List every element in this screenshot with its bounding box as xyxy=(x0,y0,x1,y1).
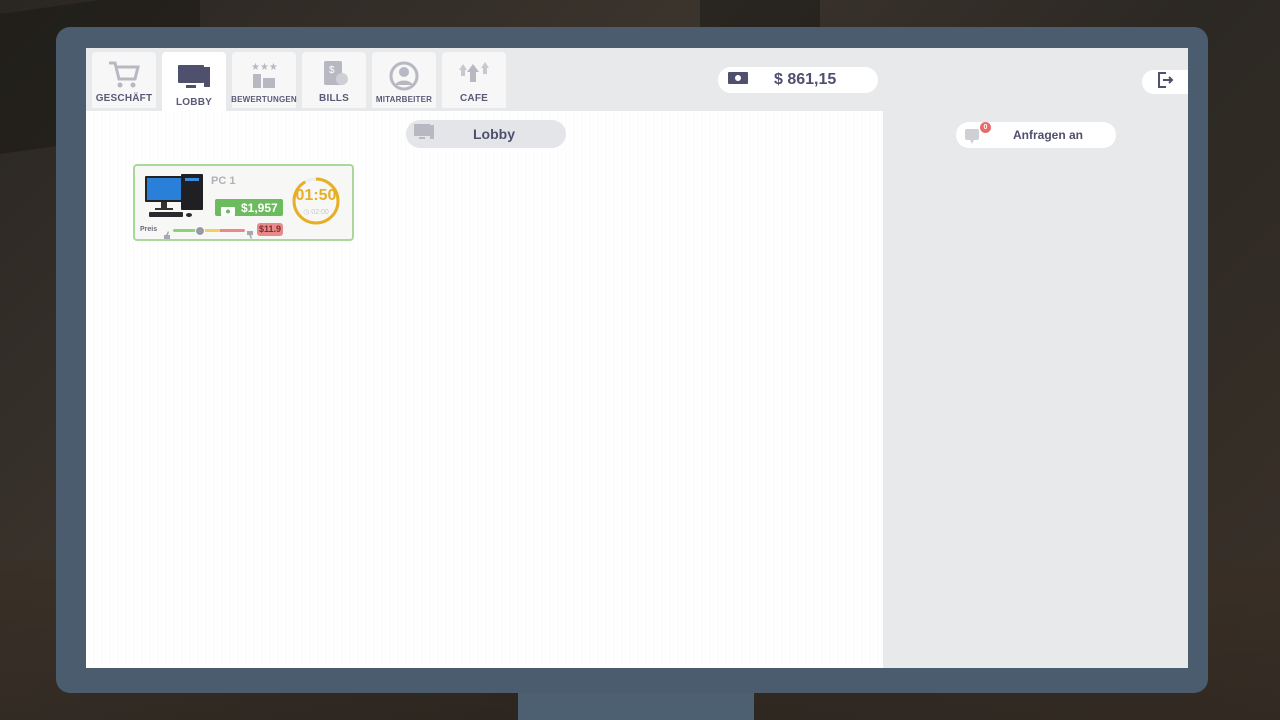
notification-icon xyxy=(964,127,982,150)
pc-earnings: $1,957 xyxy=(241,200,278,215)
lobby-title: Lobby xyxy=(473,126,515,142)
tab-geschaeft[interactable]: GESCHÄFT xyxy=(92,52,156,108)
lobby-panel: Lobby PC 1 $1,957 01:50 ◷ 02:00 Preis $1… xyxy=(86,111,883,668)
tab-cafe[interactable]: CAFE xyxy=(442,52,506,108)
monitor-icon xyxy=(176,62,212,94)
tab-mitarbeiter[interactable]: MITARBEITER xyxy=(372,52,436,108)
bill-receipt-icon: $ xyxy=(316,58,352,90)
cafe-upgrade-icon xyxy=(456,58,492,90)
balance-display: $ 861,15 xyxy=(718,67,878,93)
tab-label: MITARBEITER xyxy=(375,95,433,104)
computer-screen: GESCHÄFT LOBBY ★★★ BEWERTUNGEN $ BILLS M… xyxy=(86,48,1188,668)
tab-label: BEWERTUNGEN xyxy=(231,95,297,104)
pc-card[interactable]: PC 1 $1,957 01:50 ◷ 02:00 Preis $11.9 xyxy=(133,164,354,241)
price-slider[interactable] xyxy=(173,226,245,236)
tab-label: CAFE xyxy=(459,93,489,104)
tab-bills[interactable]: $ BILLS xyxy=(302,52,366,108)
cash-icon xyxy=(221,203,235,221)
tab-label: GESCHÄFT xyxy=(95,93,153,104)
thumbs-down-icon xyxy=(246,226,254,244)
employee-user-icon xyxy=(386,60,422,92)
logout-icon xyxy=(1156,71,1174,94)
session-timer: 01:50 ◷ 02:00 xyxy=(291,176,340,225)
top-tab-bar: GESCHÄFT LOBBY ★★★ BEWERTUNGEN $ BILLS M… xyxy=(92,52,506,112)
price-rate-badge: $11.9 xyxy=(257,223,283,236)
lobby-header: Lobby xyxy=(406,120,566,148)
tab-bewertungen[interactable]: ★★★ BEWERTUNGEN xyxy=(231,52,297,108)
tab-lobby[interactable]: LOBBY xyxy=(162,52,226,112)
timer-remaining: 01:50 xyxy=(295,187,337,204)
requests-label: Anfragen an xyxy=(1012,128,1083,142)
balance-amount: $ 861,15 xyxy=(774,71,837,88)
price-label: Preis xyxy=(140,226,158,233)
thumbs-up-icon xyxy=(163,226,171,244)
pc-earnings-badge: $1,957 xyxy=(215,199,283,216)
cash-icon xyxy=(728,71,748,89)
pc-name: PC 1 xyxy=(211,175,236,187)
monitor-stand xyxy=(518,690,754,720)
tab-label: LOBBY xyxy=(176,97,212,108)
timer-total: ◷ 02:00 xyxy=(303,209,329,216)
svg-text:$: $ xyxy=(329,65,335,76)
price-slider-handle[interactable] xyxy=(195,226,205,236)
requests-toggle[interactable]: 0 Anfragen an xyxy=(956,122,1116,148)
tab-label: BILLS xyxy=(319,93,349,104)
timer-total-value: 02:00 xyxy=(311,209,329,216)
rating-thumbs-icon: ★★★ xyxy=(246,60,282,92)
shopping-cart-icon xyxy=(106,58,142,90)
logout-button[interactable] xyxy=(1142,70,1188,94)
pc-image-icon xyxy=(145,174,207,225)
svg-text:★★★: ★★★ xyxy=(251,62,278,73)
